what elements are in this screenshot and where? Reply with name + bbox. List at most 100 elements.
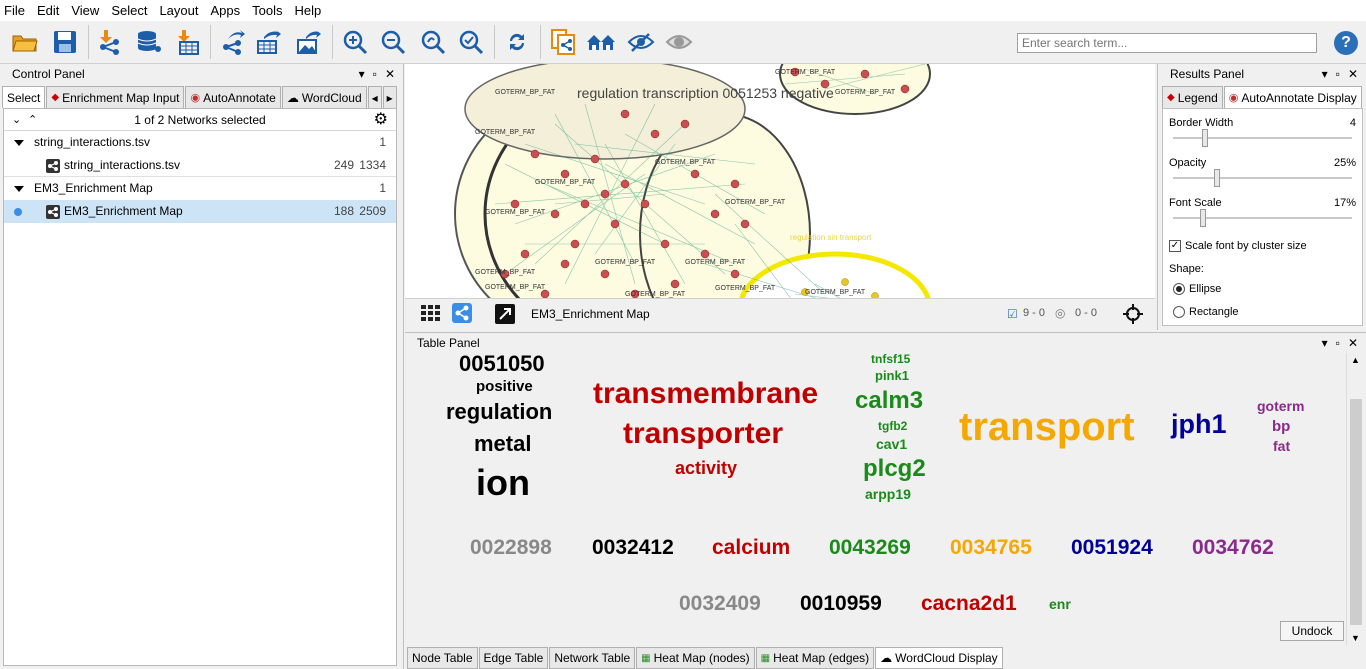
gear-icon[interactable]: ⚙ bbox=[374, 109, 388, 131]
open-session-icon[interactable] bbox=[10, 27, 40, 57]
network-row-selected[interactable]: EM3_Enrichment Map 188 2509 bbox=[4, 200, 396, 223]
new-network-from-selection-icon[interactable] bbox=[548, 27, 578, 57]
zoom-selected-icon[interactable] bbox=[456, 27, 486, 57]
cloud-word[interactable]: arpp19 bbox=[865, 487, 911, 501]
help-icon[interactable]: ? bbox=[1334, 31, 1358, 55]
import-table-icon[interactable] bbox=[172, 27, 202, 57]
tab-heat-map-nodes[interactable]: ▦ Heat Map (nodes) bbox=[636, 647, 755, 669]
close-icon[interactable]: ✕ bbox=[1348, 336, 1358, 350]
save-session-icon[interactable] bbox=[50, 27, 80, 57]
cloud-word[interactable]: transport bbox=[959, 407, 1135, 447]
float-icon[interactable]: ▫ bbox=[1336, 67, 1340, 81]
menu-tools[interactable]: Tools bbox=[252, 3, 282, 18]
scale-font-checkbox[interactable]: ✓ bbox=[1169, 240, 1181, 252]
close-icon[interactable]: ✕ bbox=[1348, 67, 1358, 81]
cloud-word[interactable]: 0034762 bbox=[1192, 537, 1274, 558]
panel-menu-icon[interactable]: ▾ bbox=[1322, 67, 1328, 81]
ellipse-radio[interactable] bbox=[1173, 282, 1185, 295]
tab-enrichment-map-input[interactable]: ◆ Enrichment Map Input bbox=[46, 86, 185, 108]
network-collection-row[interactable]: EM3_Enrichment Map 1 bbox=[4, 177, 396, 200]
export-network-icon[interactable] bbox=[218, 27, 248, 57]
rectangle-radio[interactable] bbox=[1173, 305, 1185, 318]
shape-rectangle-row[interactable]: Rectangle bbox=[1167, 300, 1358, 323]
tab-wordcloud[interactable]: ☁ WordCloud bbox=[281, 86, 367, 108]
detach-view-icon[interactable] bbox=[495, 304, 515, 324]
import-database-icon[interactable] bbox=[134, 27, 164, 57]
scale-font-row[interactable]: ✓ Scale font by cluster size bbox=[1167, 233, 1358, 259]
cloud-word[interactable]: pink1 bbox=[875, 369, 909, 382]
cloud-word[interactable]: regulation bbox=[446, 401, 552, 423]
cloud-word[interactable]: plcg2 bbox=[863, 457, 926, 481]
wordcloud-scrollbar[interactable]: ▲ ▼ bbox=[1346, 353, 1364, 645]
tab-edge-table[interactable]: Edge Table bbox=[478, 647, 549, 669]
cloud-word[interactable]: calcium bbox=[712, 537, 790, 558]
expand-triangle-icon[interactable] bbox=[14, 186, 24, 192]
font-scale-slider-thumb[interactable] bbox=[1200, 209, 1207, 227]
zoom-in-icon[interactable] bbox=[340, 27, 370, 57]
network-view-icon[interactable] bbox=[452, 303, 472, 323]
import-network-icon[interactable] bbox=[94, 27, 124, 57]
shape-ellipse-row[interactable]: Ellipse bbox=[1167, 277, 1358, 300]
cloud-word[interactable]: ion bbox=[476, 465, 530, 501]
float-icon[interactable]: ▫ bbox=[1336, 336, 1340, 350]
menu-layout[interactable]: Layout bbox=[159, 3, 198, 18]
scroll-down-icon[interactable]: ▼ bbox=[1351, 633, 1360, 643]
refresh-icon[interactable] bbox=[502, 27, 532, 57]
expand-triangle-icon[interactable] bbox=[14, 140, 24, 146]
cloud-word[interactable]: 0051924 bbox=[1071, 537, 1153, 558]
show-all-icon[interactable] bbox=[664, 27, 694, 57]
cloud-word[interactable]: activity bbox=[675, 459, 737, 477]
cloud-word[interactable]: enr bbox=[1049, 597, 1071, 611]
cloud-word[interactable]: bp bbox=[1272, 419, 1290, 434]
tab-wordcloud-display[interactable]: ☁ WordCloud Display bbox=[875, 647, 1003, 669]
tab-select[interactable]: Select bbox=[2, 86, 46, 108]
panel-menu-icon[interactable]: ▾ bbox=[1322, 336, 1328, 350]
cloud-word[interactable]: 0051050 bbox=[459, 353, 545, 375]
panel-menu-icon[interactable]: ▾ bbox=[359, 67, 365, 81]
opacity-slider-thumb[interactable] bbox=[1214, 169, 1221, 187]
home-icon[interactable] bbox=[586, 27, 616, 57]
menu-select[interactable]: Select bbox=[111, 3, 147, 18]
scroll-up-icon[interactable]: ▲ bbox=[1351, 355, 1360, 365]
cloud-word[interactable]: tgfb2 bbox=[878, 420, 907, 432]
tab-legend[interactable]: ◆ Legend bbox=[1162, 86, 1223, 108]
menu-help[interactable]: Help bbox=[295, 3, 322, 18]
grid-view-icon[interactable] bbox=[421, 305, 441, 324]
opacity-slider[interactable] bbox=[1173, 177, 1352, 179]
border-width-slider-thumb[interactable] bbox=[1201, 129, 1208, 147]
hide-icon[interactable] bbox=[626, 27, 656, 57]
cloud-word[interactable]: cav1 bbox=[876, 437, 907, 451]
cloud-word[interactable]: metal bbox=[474, 433, 531, 455]
cloud-word[interactable]: goterm bbox=[1257, 399, 1304, 413]
scrollbar-thumb[interactable] bbox=[1350, 399, 1362, 625]
cloud-word[interactable]: calm3 bbox=[855, 389, 923, 413]
search-input[interactable] bbox=[1017, 33, 1317, 53]
collapse-all-icon[interactable]: ⌃ bbox=[28, 109, 37, 131]
tab-scroll-right[interactable]: ▸ bbox=[382, 86, 397, 108]
float-icon[interactable]: ▫ bbox=[373, 67, 377, 81]
tab-node-table[interactable]: Node Table bbox=[407, 647, 478, 669]
tab-network-table[interactable]: Network Table bbox=[549, 647, 636, 669]
export-table-icon[interactable] bbox=[254, 27, 284, 57]
tab-heat-map-edges[interactable]: ▦ Heat Map (edges) bbox=[755, 647, 875, 669]
undock-button[interactable]: Undock bbox=[1280, 621, 1344, 641]
menu-apps[interactable]: Apps bbox=[211, 3, 241, 18]
cloud-word[interactable]: jph1 bbox=[1171, 411, 1227, 438]
cloud-word[interactable]: 0034765 bbox=[950, 537, 1032, 558]
cloud-word[interactable]: tnfsf15 bbox=[871, 353, 910, 365]
close-icon[interactable]: ✕ bbox=[385, 67, 395, 81]
cloud-word[interactable]: transporter bbox=[623, 419, 783, 449]
cloud-word[interactable]: 0022898 bbox=[470, 537, 552, 558]
network-collection-row[interactable]: string_interactions.tsv 1 bbox=[4, 131, 396, 154]
cloud-word[interactable]: 0043269 bbox=[829, 537, 911, 558]
cloud-word[interactable]: cacna2d1 bbox=[921, 593, 1017, 614]
tab-scroll-left[interactable]: ◂ bbox=[367, 86, 382, 108]
menu-edit[interactable]: Edit bbox=[37, 3, 59, 18]
export-image-icon[interactable] bbox=[294, 27, 324, 57]
menu-file[interactable]: File bbox=[4, 3, 25, 18]
cloud-word[interactable]: transmembrane bbox=[593, 379, 818, 409]
cloud-word[interactable]: positive bbox=[476, 379, 533, 394]
cloud-word[interactable]: 0010959 bbox=[800, 593, 882, 614]
tab-autoannotate[interactable]: ◉ AutoAnnotate bbox=[185, 86, 281, 108]
network-row[interactable]: string_interactions.tsv 249 1334 bbox=[4, 154, 396, 177]
